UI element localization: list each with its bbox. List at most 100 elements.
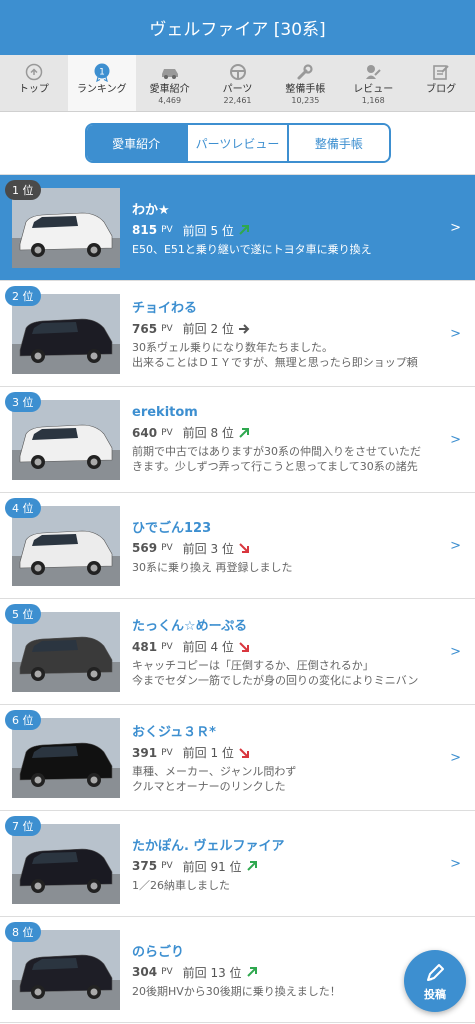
post-button[interactable]: 投稿: [404, 950, 466, 1012]
pv-unit: PV: [161, 641, 173, 652]
pv-line: 481 PV 前回 4 位: [132, 638, 455, 655]
rank-badge: 1 位: [5, 180, 41, 200]
chevron-right-icon: >: [450, 220, 461, 235]
ranking-row[interactable]: 6 位おくジュ３Ｒ* 391 PV 前回 1 位車種、メーカー、ジャンル問わず クルマと…: [0, 705, 475, 811]
ranking-row[interactable]: 2 位チョイわる 765 PV 前回 2 位 30系ヴェル乗りになり数年たちました。 出来…: [0, 281, 475, 387]
top-icon: [24, 62, 44, 82]
pv-unit: PV: [161, 323, 173, 334]
pv-unit: PV: [161, 427, 173, 438]
tab-label: ランキング: [76, 84, 127, 95]
tab-label: ブログ: [426, 84, 457, 95]
rank-badge: 3 位: [5, 392, 41, 412]
pv-line: 391 PV 前回 1 位: [132, 744, 455, 761]
pv-count: 815: [132, 223, 158, 237]
segment-control: 愛車紹介 パーツレビュー 整備手帳: [84, 123, 391, 163]
tab-label: パーツ: [222, 84, 253, 95]
trend-up-arrow-icon: [246, 967, 257, 977]
pv-count: 391: [132, 745, 158, 760]
ranking-row[interactable]: 1 位わか★ 815 PV 前回 5 位 E50、E51と乗り継いで遂にトヨタ車に乗り換…: [0, 175, 475, 281]
chevron-right-icon: >: [450, 750, 461, 765]
description-line: 車種、メーカー、ジャンル問わず: [132, 765, 297, 778]
pen-icon: [427, 963, 444, 981]
segment-maintenance[interactable]: 整備手帳: [287, 125, 389, 161]
previous-rank: 前回 3 位: [182, 541, 234, 556]
ranking-row[interactable]: 7 位たかぽん. ヴェルファイア 375 PV 前回 91 位 1／26納車しました >: [0, 811, 475, 917]
ranking-row[interactable]: 5 位たっくん☆めーぷる 481 PV 前回 4 位キャッチコピーは「圧倒するか、圧倒…: [0, 599, 475, 705]
user-name[interactable]: ひでごん123: [132, 517, 455, 536]
pv-unit: PV: [161, 967, 173, 977]
pv-unit: PV: [161, 543, 173, 553]
svg-text:1: 1: [99, 68, 105, 78]
wrench-icon: [295, 62, 315, 82]
tab-label: レビュー: [353, 84, 394, 95]
segment-parts-review[interactable]: パーツレビュー: [185, 125, 288, 161]
description-line: 30系に乗り換え 再登録しました: [132, 560, 293, 574]
ranking-info: たっくん☆めーぷる 481 PV 前回 4 位キャッチコピーは「圧倒するか、圧倒される…: [132, 615, 475, 688]
blog-icon: [431, 62, 451, 82]
description-line: 30系ヴェル乗りになり数年たちました。: [132, 341, 333, 354]
trend-down-arrow-icon: [239, 641, 249, 652]
ranking-row[interactable]: 4 位ひでごん123 569 PV 前回 3 位 30系に乗り換え 再登録しました >: [0, 493, 475, 599]
tab-ranking[interactable]: 1 ランキング: [67, 55, 136, 111]
previous-rank: 前回 5 位: [182, 223, 234, 238]
description-line: クルマとオーナーのリンクした: [132, 780, 286, 793]
trend-down-arrow-icon: [239, 543, 249, 553]
previous-rank: 前回 91 位: [182, 859, 242, 874]
tab-maintenance[interactable]: 整備手帳 10,235: [271, 55, 339, 111]
ranking-medal-icon: 1: [92, 62, 112, 82]
tab-label: 整備手帳: [285, 84, 326, 95]
rank-badge: 8 位: [5, 922, 41, 942]
review-icon: [363, 62, 383, 82]
description-line: 前期で中古ではありますが30系の仲間入りをさせていただ: [132, 445, 421, 458]
user-name[interactable]: のらごり: [132, 941, 455, 960]
rank-badge: 2 位: [5, 286, 41, 306]
ranking-info: わか★ 815 PV 前回 5 位 E50、E51と乗り継いで遂にトヨタ車に乗り換え: [132, 199, 475, 257]
rank-badge: 4 位: [5, 498, 41, 518]
description-line: E50、E51と乗り継いで遂にトヨタ車に乗り換え: [132, 242, 372, 256]
tab-blog[interactable]: ブログ: [407, 55, 475, 111]
pv-unit: PV: [161, 747, 173, 758]
pv-line: 640 PV 前回 8 位: [132, 424, 455, 441]
ranking-info: erekitom 640 PV 前回 8 位前期で中古ではありますが30系の仲間入りを…: [132, 405, 475, 474]
chevron-right-icon: >: [450, 326, 461, 341]
steering-wheel-icon: [228, 62, 248, 82]
chevron-right-icon: >: [450, 644, 461, 659]
user-name[interactable]: たかぽん. ヴェルファイア: [132, 835, 455, 854]
tab-label: 愛車紹介: [149, 84, 190, 95]
rank-badge: 6 位: [5, 710, 41, 730]
ranking-info: ひでごん123 569 PV 前回 3 位 30系に乗り換え 再登録しました: [132, 517, 475, 575]
trend-up-arrow-icon: [239, 225, 249, 235]
ranking-row[interactable]: 8 位のらごり 304 PV 前回 13 位 20後期HVから30後期に乗り換えました！…: [0, 917, 475, 1023]
segment-control-wrapper: 愛車紹介 パーツレビュー 整備手帳: [0, 112, 475, 174]
tab-count: 22,461: [223, 96, 252, 105]
chevron-right-icon: >: [450, 538, 461, 553]
rank-badge: 7 位: [5, 816, 41, 836]
user-name[interactable]: たっくん☆めーぷる: [132, 615, 455, 634]
tab-top[interactable]: トップ: [0, 55, 68, 111]
tab-count: 4,469: [158, 96, 182, 105]
trend-flat-arrow-icon: [238, 323, 250, 334]
car-icon: [160, 62, 180, 82]
ranking-list: 1 位わか★ 815 PV 前回 5 位 E50、E51と乗り継いで遂にトヨタ車に乗り換…: [0, 174, 475, 1023]
ranking-row[interactable]: 3 位 erekitom 640 PV 前回 8 位前期で中古ではありますが30系の仲間…: [0, 387, 475, 493]
pv-count: 765: [132, 321, 158, 336]
tab-car-intro[interactable]: 愛車紹介 4,469: [136, 55, 204, 111]
description-line: 出来ることはＤＩＹですが、無理と思ったら即ショップ頼: [132, 356, 418, 369]
user-name[interactable]: チョイわる: [132, 297, 455, 316]
tab-parts[interactable]: パーツ 22,461: [204, 55, 272, 111]
user-name[interactable]: おくジュ３Ｒ*: [132, 721, 455, 740]
chevron-right-icon: >: [450, 856, 461, 871]
user-name[interactable]: erekitom: [132, 405, 455, 420]
tab-label: トップ: [18, 84, 49, 95]
pv-count: 569: [132, 541, 158, 555]
trend-up-arrow-icon: [239, 427, 249, 438]
pv-count: 481: [132, 639, 158, 654]
ranking-info: おくジュ３Ｒ* 391 PV 前回 1 位車種、メーカー、ジャンル問わず クルマとオーナ…: [132, 721, 475, 794]
trend-down-arrow-icon: [239, 747, 249, 758]
description-line: 今までセダン一筋でしたが身の回りの変化によりミニバン: [132, 674, 419, 687]
ranking-info: たかぽん. ヴェルファイア 375 PV 前回 91 位 1／26納車しました: [132, 835, 475, 893]
user-name[interactable]: わか★: [132, 199, 455, 218]
pv-unit: PV: [161, 861, 173, 871]
tab-review[interactable]: レビュー 1,168: [339, 55, 407, 111]
segment-car-intro[interactable]: 愛車紹介: [86, 125, 186, 161]
